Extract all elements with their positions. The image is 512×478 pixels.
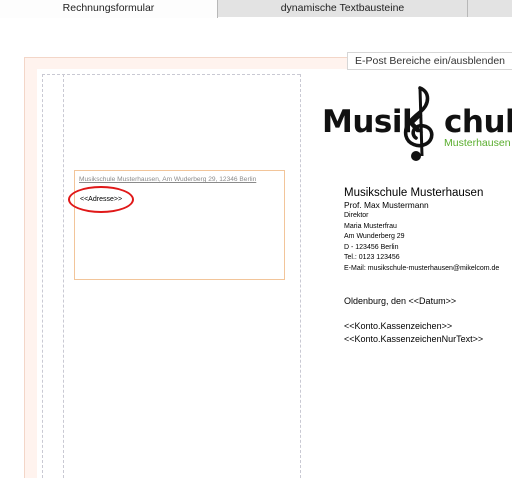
sender-city: D - 123456 Berlin	[344, 243, 399, 251]
tab-rechnungsformular[interactable]: Rechnungsformular	[0, 0, 218, 18]
reference-kassenzeichen[interactable]: <<Konto.Kassenzeichen>>	[344, 321, 452, 331]
logo-subtitle: Musterhausen	[444, 137, 511, 149]
margin-guide	[42, 74, 43, 478]
sender-name: Prof. Max Mustermann	[344, 200, 429, 210]
margin-guide	[42, 74, 300, 75]
sender-street: Am Wunderberg 29	[344, 233, 405, 241]
logo-word-schule: chule	[444, 104, 512, 140]
date-line[interactable]: Oldenburg, den <<Datum>>	[344, 296, 456, 306]
toggle-epost-areas-button[interactable]: E-Post Bereiche ein/ausblenden	[347, 52, 512, 70]
return-address-line: Musikschule Musterhausen, Am Wuderberg 2…	[79, 176, 257, 183]
sender-contact: Maria Musterfrau	[344, 222, 397, 230]
highlight-circle	[68, 186, 134, 213]
sender-organization: Musikschule Musterhausen	[344, 187, 484, 199]
tab-more[interactable]	[468, 0, 512, 17]
treble-clef-icon	[403, 86, 434, 161]
school-logo: Musik chule Musterhausen	[316, 82, 512, 166]
tab-bar: Rechnungsformular dynamische Textbaustei…	[0, 0, 512, 18]
sender-title: Direktor	[344, 212, 369, 219]
sender-email: E-Mail: musikschule-musterhausen@mikelco…	[344, 264, 500, 272]
sender-phone: Tel.: 0123 123456	[344, 254, 400, 262]
margin-guide	[63, 74, 64, 478]
tab-dynamische-textbausteine[interactable]: dynamische Textbausteine	[218, 0, 468, 17]
sender-info-block: Musikschule Musterhausen Prof. Max Muste…	[344, 186, 512, 275]
reference-kassenzeichen-nur-text[interactable]: <<Konto.KassenzeichenNurText>>	[344, 334, 483, 344]
margin-guide	[300, 74, 301, 478]
